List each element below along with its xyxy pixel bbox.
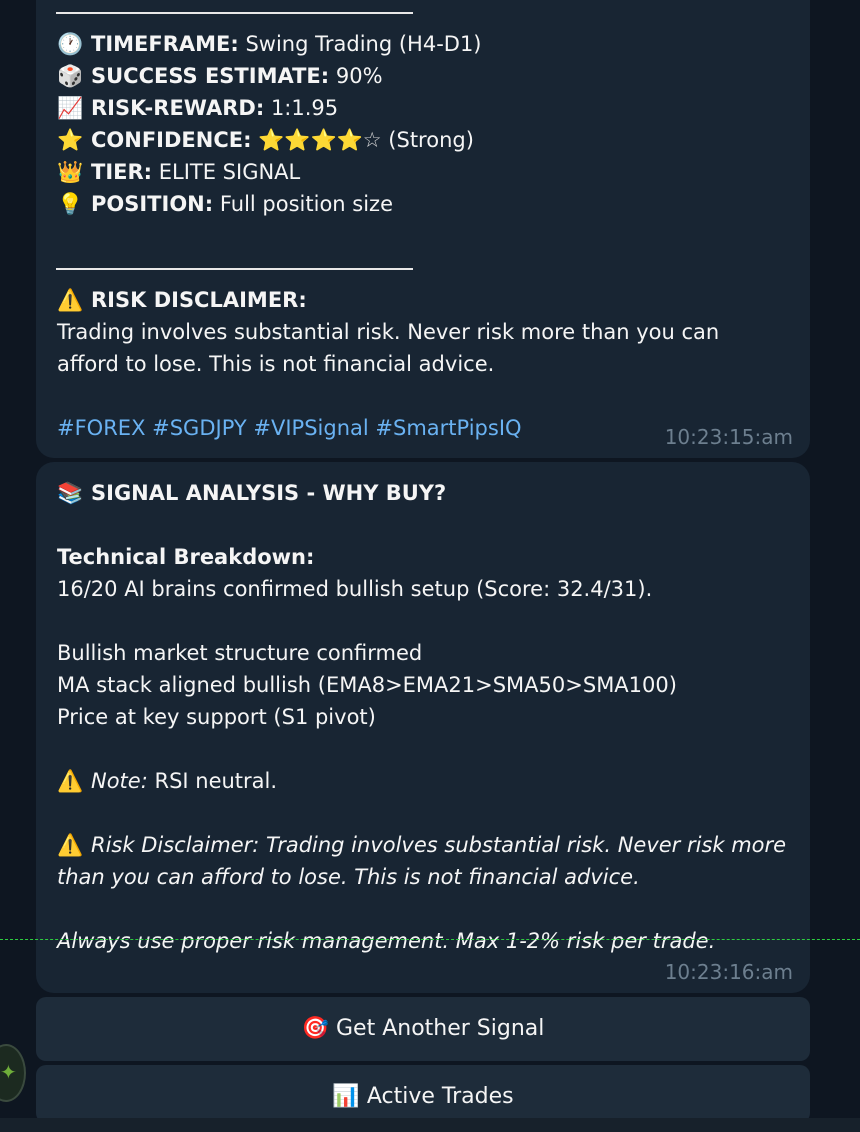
analysis-message: 📚 SIGNAL ANALYSIS - WHY BUY? Technical Br… (36, 462, 810, 993)
crown-icon: 👑 (57, 160, 84, 184)
success-row: 🎲 SUCCESS ESTIMATE: 90% (57, 60, 790, 92)
bar-chart-icon: 📊 (332, 1084, 360, 1109)
risk-management-text: Always use proper risk management. Max 1… (57, 929, 716, 953)
divider (56, 12, 413, 14)
timeframe-row: 🕐 TIMEFRAME: Swing Trading (H4-D1) (57, 28, 790, 60)
dice-icon: 🎲 (57, 64, 84, 88)
chart-up-icon: 📈 (57, 96, 84, 120)
tier-label: TIER: (91, 160, 153, 184)
risk-reward-label: RISK-REWARD: (91, 96, 265, 120)
books-icon: 📚 (57, 481, 84, 505)
disclaimer-title-row: ⚠️ RISK DISCLAIMER: (57, 284, 790, 316)
bot-avatar[interactable]: ✦ (0, 1044, 26, 1102)
active-trades-button[interactable]: 📊 Active Trades (36, 1065, 810, 1123)
confidence-star-empty: ☆ (362, 128, 382, 152)
analysis-disclaimer-line: Risk Disclaimer: Trading involves substa… (91, 833, 787, 857)
breakdown-text: 16/20 AI brains confirmed bullish setup … (57, 577, 653, 601)
tier-value: ELITE SIGNAL (152, 160, 301, 184)
signal-message: 🕐 TIMEFRAME: Swing Trading (H4-D1) 🎲 SUCCE… (36, 0, 810, 458)
confidence-label: CONFIDENCE: (91, 128, 252, 152)
selection-guide-line (0, 939, 860, 940)
disclaimer-title: RISK DISCLAIMER: (91, 288, 307, 312)
position-value: Full position size (213, 192, 393, 216)
confidence-row: ⭐ CONFIDENCE: ⭐⭐⭐⭐☆ (Strong) (57, 124, 790, 156)
confidence-suffix: (Strong) (381, 128, 474, 152)
analysis-disclaimer-line: than you can afford to lose. This is not… (57, 865, 640, 889)
get-another-signal-button[interactable]: 🎯 Get Another Signal (36, 997, 810, 1061)
analysis-disclaimer-row: ⚠️ Risk Disclaimer: Trading involves subs… (57, 829, 790, 861)
warning-icon: ⚠️ (57, 288, 84, 312)
divider (56, 268, 413, 270)
lightbulb-icon: 💡 (57, 192, 84, 216)
tier-row: 👑 TIER: ELITE SIGNAL (57, 156, 790, 188)
position-label: POSITION: (91, 192, 214, 216)
disclaimer-line: afford to lose. This is not financial ad… (57, 352, 495, 376)
analysis-heading-row: 📚 SIGNAL ANALYSIS - WHY BUY? (57, 477, 790, 509)
message-timestamp: 10:23:15:am (664, 425, 793, 449)
get-another-signal-label: Get Another Signal (336, 1016, 545, 1041)
success-label: SUCCESS ESTIMATE: (91, 64, 330, 88)
active-trades-label: Active Trades (366, 1084, 514, 1109)
note-label: Note: (91, 769, 148, 793)
warning-icon: ⚠️ (57, 833, 84, 857)
star-icon: ⭐ (57, 128, 84, 152)
breakdown-title: Technical Breakdown: (57, 545, 315, 569)
timeframe-value: Swing Trading (H4-D1) (238, 32, 482, 56)
timeframe-label: TIMEFRAME: (91, 32, 239, 56)
analysis-point: Bullish market structure confirmed (57, 641, 423, 665)
warning-icon: ⚠️ (57, 769, 84, 793)
clock-icon: 🕐 (57, 32, 84, 56)
message-timestamp: 10:23:16:am (664, 960, 793, 984)
scrollbar[interactable] (848, 0, 860, 1118)
position-row: 💡 POSITION: Full position size (57, 188, 790, 220)
analysis-heading: SIGNAL ANALYSIS - WHY BUY? (91, 481, 447, 505)
analysis-point: MA stack aligned bullish (EMA8>EMA21>SMA… (57, 673, 677, 697)
input-bar (0, 1118, 860, 1132)
target-icon: 🎯 (301, 1016, 329, 1041)
note-row: ⚠️ Note: RSI neutral. (57, 765, 790, 797)
risk-reward-value: 1:1.95 (264, 96, 339, 120)
confidence-stars-filled: ⭐⭐⭐⭐ (258, 128, 363, 152)
risk-reward-row: 📈 RISK-REWARD: 1:1.95 (57, 92, 790, 124)
note-text: RSI neutral. (147, 769, 278, 793)
success-value: 90% (329, 64, 383, 88)
analysis-point: Price at key support (S1 pivot) (57, 705, 376, 729)
disclaimer-line: Trading involves substantial risk. Never… (57, 320, 720, 344)
